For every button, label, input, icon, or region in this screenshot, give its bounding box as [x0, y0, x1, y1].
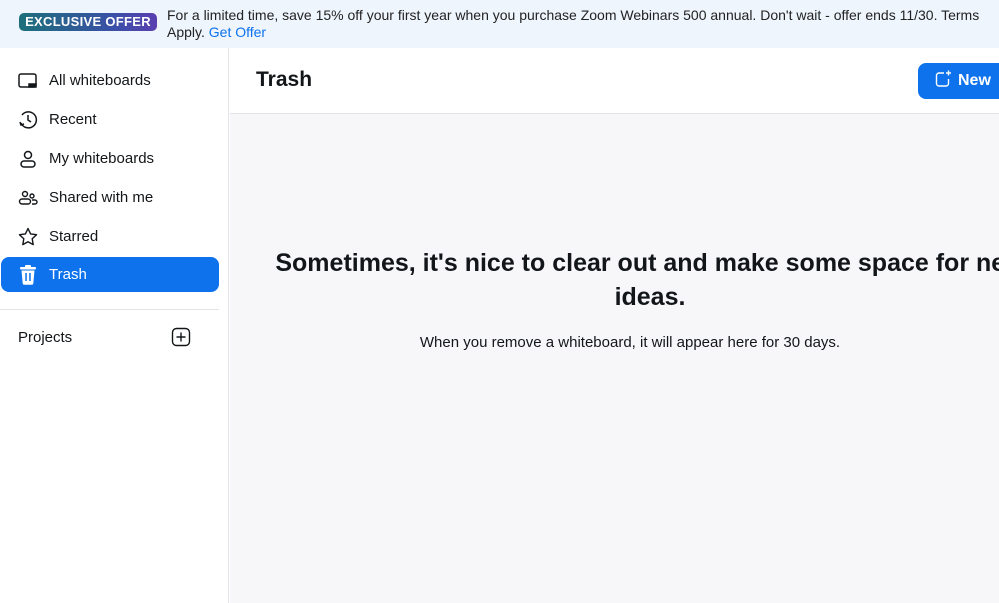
sidebar-item-label: My whiteboards: [49, 150, 155, 167]
new-button-label: New: [958, 72, 991, 89]
sidebar-item-label: Shared with me: [49, 189, 154, 206]
sidebar-item-label: All whiteboards: [49, 72, 151, 89]
exclusive-offer-badge: EXCLUSIVE OFFER: [19, 13, 157, 31]
main-content: Trash New Sometimes, it's nice to clear …: [230, 48, 999, 603]
page-header: Trash New: [230, 48, 999, 114]
plus-square-icon: [171, 327, 191, 347]
sidebar-item-shared-with-me[interactable]: Shared with me: [1, 180, 219, 215]
sidebar-item-label: Starred: [49, 228, 99, 245]
person-icon: [18, 149, 38, 169]
monitor-icon: [18, 71, 38, 91]
history-icon: [18, 110, 38, 130]
add-project-button[interactable]: [171, 327, 191, 347]
sidebar-item-recent[interactable]: Recent: [1, 102, 219, 137]
empty-state-heading: Sometimes, it's nice to clear out and ma…: [275, 249, 999, 311]
page-title: Trash: [256, 68, 313, 91]
sidebar-item-starred[interactable]: Starred: [1, 219, 219, 254]
empty-state-text: When you remove a whiteboard, it will ap…: [419, 334, 841, 351]
banner-text: For a limited time, save 15% off your fi…: [167, 7, 997, 41]
star-icon: [18, 227, 38, 247]
promo-banner: EXCLUSIVE OFFER For a limited time, save…: [0, 0, 999, 48]
sidebar-item-trash[interactable]: Trash: [1, 257, 219, 292]
get-offer-link[interactable]: Get Offer: [209, 24, 266, 40]
sidebar-item-label: Recent: [49, 111, 97, 128]
sidebar-item-all-whiteboards[interactable]: All whiteboards: [1, 63, 219, 98]
new-board-icon: [934, 70, 952, 93]
sidebar: All whiteboards Recent My whiteboards Sh…: [0, 48, 229, 603]
sidebar-divider: [0, 309, 219, 310]
banner-message: For a limited time, save 15% off your fi…: [167, 7, 980, 40]
sidebar-item-my-whiteboards[interactable]: My whiteboards: [1, 141, 219, 176]
people-icon: [18, 188, 38, 208]
sidebar-item-label: Trash: [49, 266, 87, 283]
new-whiteboard-button[interactable]: New: [918, 63, 999, 99]
projects-label: Projects: [18, 329, 73, 346]
trash-icon: [18, 264, 38, 285]
